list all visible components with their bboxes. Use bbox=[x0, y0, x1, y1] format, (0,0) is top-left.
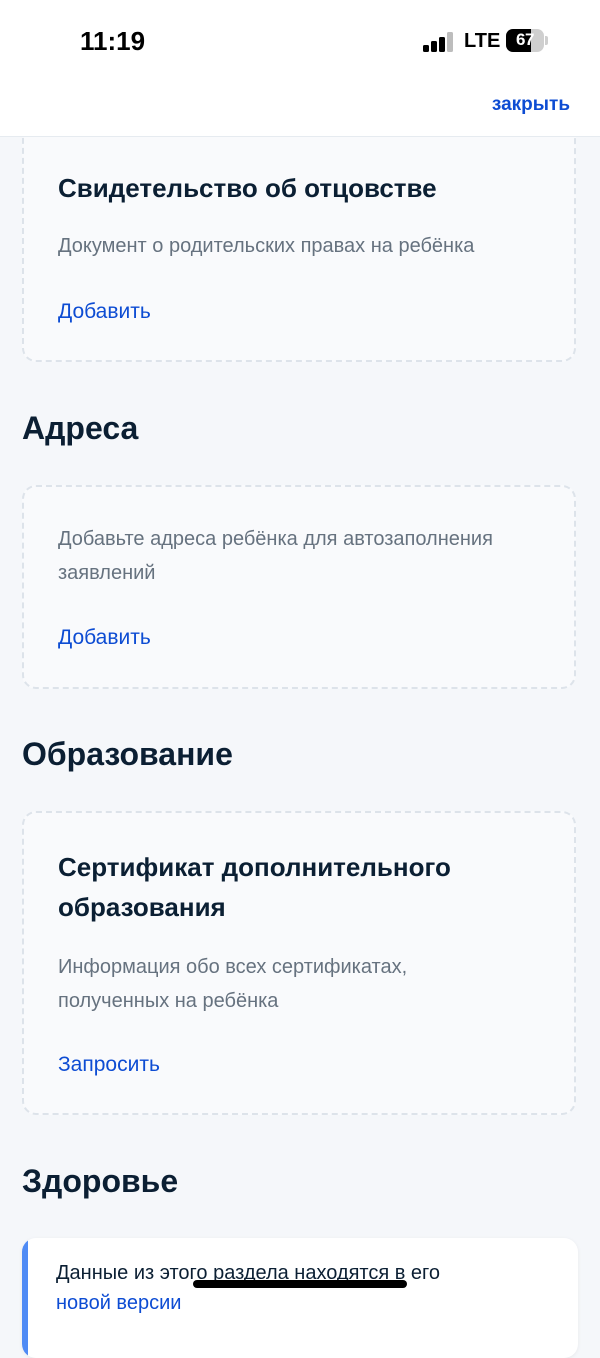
add-paternity-button[interactable]: Добавить bbox=[58, 300, 151, 324]
cellular-signal-icon bbox=[423, 32, 455, 52]
addresses-card: Добавьте адреса ребёнка для автозаполнен… bbox=[22, 485, 576, 689]
card-description-line2: заявлений bbox=[58, 562, 156, 584]
info-text: Данные из этого раздела находятся в его … bbox=[56, 1258, 556, 1318]
battery-tip bbox=[545, 36, 548, 45]
card-description: Документ о родительских правах на ребёнк… bbox=[58, 235, 475, 257]
card-title-line1: Сертификат дополнительного bbox=[58, 852, 451, 882]
new-version-link[interactable]: новой версии bbox=[56, 1292, 181, 1314]
battery-icon: 67 bbox=[506, 29, 544, 52]
status-time: 11:19 bbox=[80, 26, 146, 56]
card-title-line2: образования bbox=[58, 892, 226, 922]
health-info-banner: Данные из этого раздела находятся в его … bbox=[22, 1238, 578, 1358]
card-description-line1: Добавьте адреса ребёнка для автозаполнен… bbox=[58, 528, 493, 550]
paternity-certificate-card: Свидетельство об отцовстве Документ о ро… bbox=[22, 110, 576, 362]
add-address-button[interactable]: Добавить bbox=[58, 626, 151, 650]
top-bar: 11:19 LTE 67 закрыть bbox=[0, 0, 600, 137]
info-accent-bar bbox=[22, 1238, 28, 1358]
education-certificate-card: Сертификат дополнительного образования И… bbox=[22, 811, 576, 1115]
card-description-line2: полученных на ребёнка bbox=[58, 990, 279, 1012]
close-button[interactable]: закрыть bbox=[492, 94, 570, 116]
section-title-addresses: Адреса bbox=[22, 410, 139, 446]
home-indicator bbox=[193, 1280, 407, 1288]
section-title-health: Здоровье bbox=[22, 1163, 179, 1199]
battery-percent: 67 bbox=[516, 30, 534, 49]
card-title: Свидетельство об отцовстве bbox=[58, 173, 437, 203]
request-certificate-button[interactable]: Запросить bbox=[58, 1053, 160, 1077]
card-description-line1: Информация обо всех сертификатах, bbox=[58, 956, 408, 978]
network-type: LTE bbox=[464, 30, 501, 52]
section-title-education: Образование bbox=[22, 736, 233, 772]
